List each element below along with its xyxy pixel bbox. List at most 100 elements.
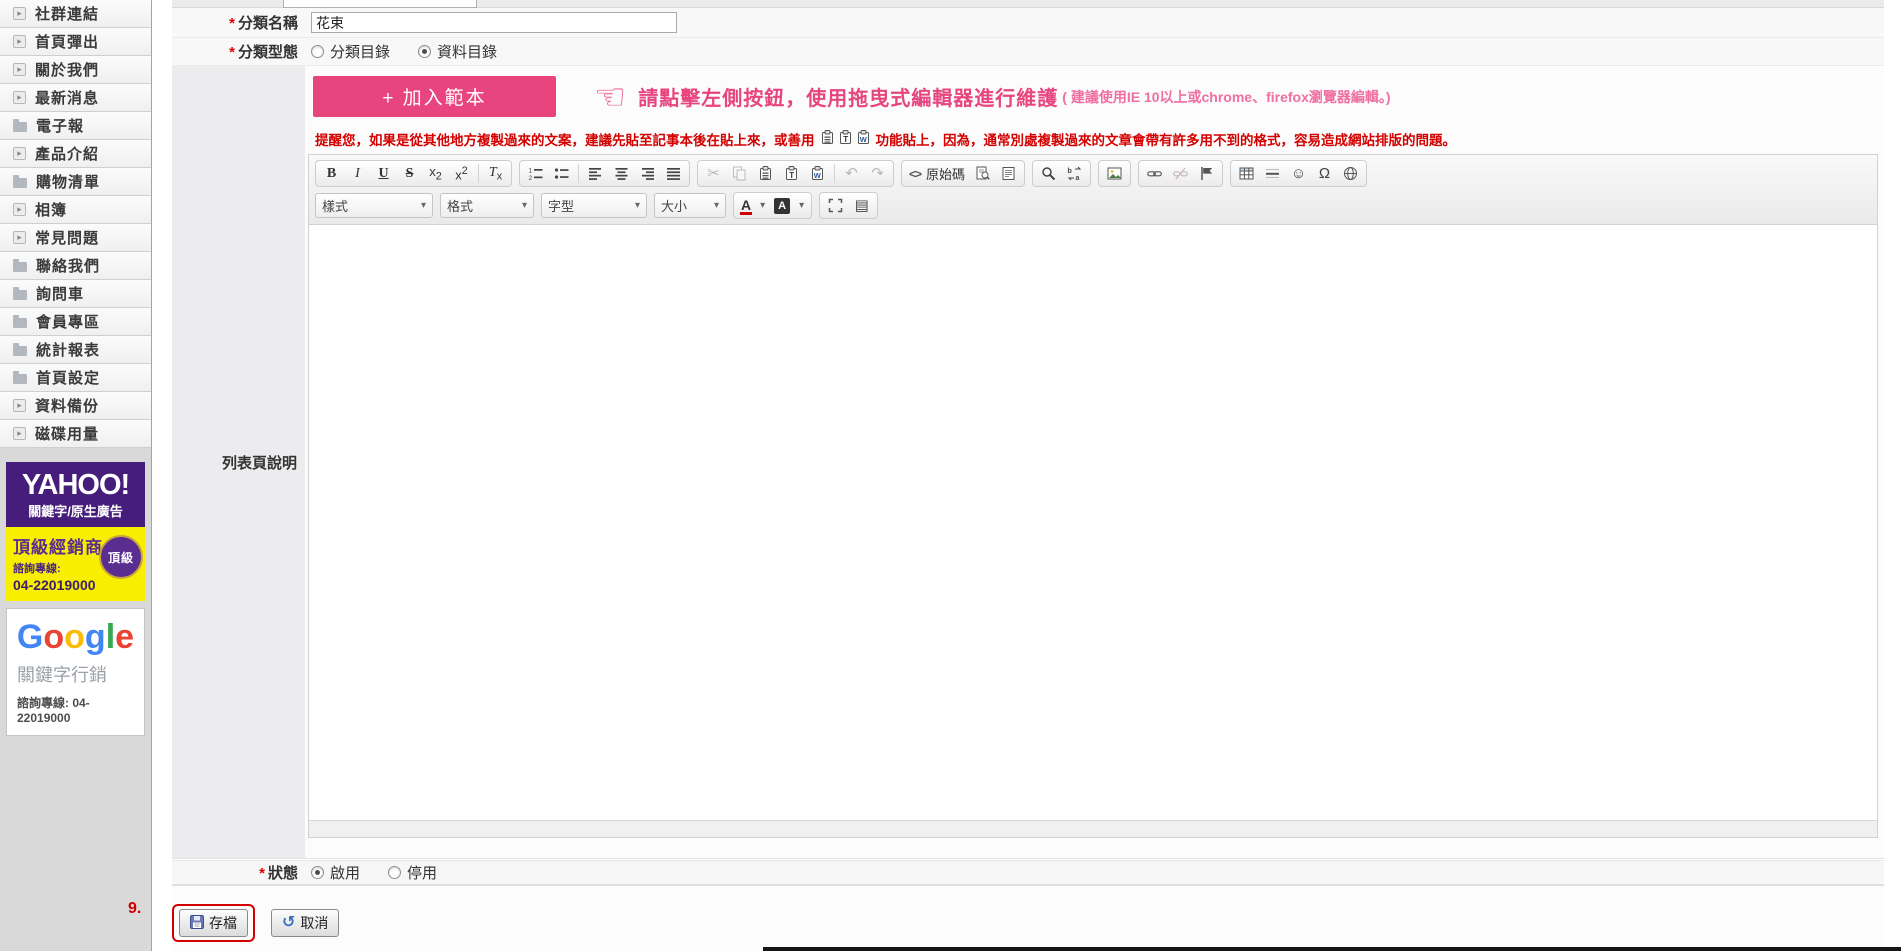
cancel-button[interactable]: ↺ 取消: [271, 909, 339, 937]
align-left-button[interactable]: [583, 162, 608, 185]
chevron-right-icon: ▸: [13, 35, 26, 48]
sidebar-item[interactable]: ▸社群連結: [0, 0, 151, 28]
toolbar-row-2: 樣式▾ 格式▾ 字型▾ 大小▾ A▾A▾ ▤: [315, 192, 1871, 219]
image-button[interactable]: [1102, 162, 1127, 185]
category-type-radio-unchecked[interactable]: [311, 45, 324, 58]
list-description-label: 列表頁說明: [172, 66, 305, 858]
sidebar-menu: ▸社群連結▸首頁彈出▸關於我們▸最新消息電子報▸產品介紹購物清單▸相簿▸常見問題…: [0, 0, 151, 448]
underline-button[interactable]: U: [371, 162, 396, 185]
add-template-button[interactable]: + 加入範本: [313, 76, 556, 117]
smiley-button[interactable]: ☺: [1286, 162, 1311, 185]
sidebar-item-label: 首頁設定: [36, 367, 100, 388]
subscript-button[interactable]: x2: [423, 162, 448, 185]
sidebar-item[interactable]: 電子報: [0, 112, 151, 140]
status-radio-checked[interactable]: [311, 866, 324, 879]
yahoo-ad-bottom: 頂級經銷商 諮詢專線: 04-22019000 頂級: [6, 527, 145, 601]
sidebar-item[interactable]: 首頁設定: [0, 364, 151, 392]
align-center-button[interactable]: [609, 162, 634, 185]
paste-button[interactable]: [753, 162, 778, 185]
align-right-button[interactable]: [635, 162, 660, 185]
superscript-button[interactable]: x2: [449, 162, 474, 185]
folder-icon: [13, 122, 27, 132]
category-type-radio-checked[interactable]: [418, 45, 431, 58]
style-select[interactable]: 樣式▾: [315, 193, 433, 218]
italic-button[interactable]: I: [345, 162, 370, 185]
save-annotation-box: 存檔: [172, 904, 255, 942]
background-color-button[interactable]: A▾: [770, 194, 808, 217]
category-type-option-0[interactable]: 分類目錄: [311, 41, 390, 62]
category-name-input[interactable]: [311, 12, 677, 33]
sidebar-item[interactable]: 會員專區: [0, 308, 151, 336]
sidebar-item[interactable]: ▸常見問題: [0, 224, 151, 252]
size-select[interactable]: 大小▾: [654, 193, 726, 218]
editor-hint-text: 請點擊左側按鈕，使用拖曳式編輯器進行維護: [638, 82, 1058, 111]
text-color-button[interactable]: A▾: [737, 194, 769, 217]
maximize-button[interactable]: [823, 194, 848, 217]
sidebar-item[interactable]: 購物清單: [0, 168, 151, 196]
iframe-button[interactable]: [1338, 162, 1363, 185]
show-blocks-button[interactable]: ▤: [849, 194, 874, 217]
chevron-right-icon: ▸: [13, 399, 26, 412]
save-button[interactable]: 存檔: [179, 909, 248, 937]
remove-format-button[interactable]: Tx: [483, 162, 508, 185]
sidebar-item-label: 關於我們: [35, 59, 99, 80]
align-justify-button[interactable]: [661, 162, 686, 185]
sidebar-item[interactable]: 詢問車: [0, 280, 151, 308]
sidebar-item-label: 購物清單: [36, 171, 100, 192]
bold-button[interactable]: B: [319, 162, 344, 185]
special-char-button[interactable]: Ω: [1312, 162, 1337, 185]
sidebar-item[interactable]: ▸首頁彈出: [0, 28, 151, 56]
copy-button: [727, 162, 752, 185]
source-button[interactable]: <>原始碼: [905, 162, 969, 185]
status-option-label[interactable]: 停用: [407, 862, 437, 883]
strike-button[interactable]: S: [397, 162, 422, 185]
numbered-list-button[interactable]: 12: [523, 162, 548, 185]
sidebar-item[interactable]: ▸最新消息: [0, 84, 151, 112]
required-asterisk: *: [229, 15, 235, 32]
anchor-button[interactable]: [1194, 162, 1219, 185]
status-radio-unchecked[interactable]: [388, 866, 401, 879]
paste-text-icon: T: [838, 130, 853, 148]
format-select[interactable]: 格式▾: [440, 193, 534, 218]
cancel-icon: ↺: [282, 916, 295, 930]
status-option-0[interactable]: 啟用: [311, 862, 360, 883]
sidebar-item[interactable]: ▸關於我們: [0, 56, 151, 84]
folder-icon: [13, 178, 27, 188]
editor-canvas[interactable]: [309, 225, 1877, 820]
replace-button[interactable]: ba: [1062, 162, 1087, 185]
folder-icon: [13, 262, 27, 272]
table-button[interactable]: [1234, 162, 1259, 185]
horizontal-rule-button[interactable]: [1260, 162, 1285, 185]
svg-text:a: a: [1076, 175, 1080, 181]
partial-input[interactable]: [283, 0, 477, 8]
bulleted-list-button[interactable]: [549, 162, 574, 185]
paste-warning: 提醒您，如果是從其他地方複製過來的文案，建議先貼至記事本後在貼上來，或善用 TW…: [315, 129, 1456, 149]
find-button[interactable]: [1036, 162, 1061, 185]
sidebar-item[interactable]: 聯絡我們: [0, 252, 151, 280]
svg-text:W: W: [814, 171, 822, 180]
list-description-row: 列表頁說明 + 加入範本 ☜ 請點擊左側按鈕，使用拖曳式編輯器進行維護 ( 建議…: [172, 66, 1884, 859]
preview-button[interactable]: [970, 162, 995, 185]
templates-button[interactable]: [996, 162, 1021, 185]
sidebar-item-label: 聯絡我們: [36, 255, 100, 276]
sidebar-item[interactable]: 統計報表: [0, 336, 151, 364]
status-option-label[interactable]: 啟用: [330, 862, 360, 883]
link-button[interactable]: [1142, 162, 1167, 185]
status-option-1[interactable]: 停用: [388, 862, 437, 883]
category-type-option-1[interactable]: 資料目錄: [418, 41, 497, 62]
sidebar-item[interactable]: ▸產品介紹: [0, 140, 151, 168]
paste-text-button[interactable]: T: [779, 162, 804, 185]
sidebar-item[interactable]: ▸資料備份: [0, 392, 151, 420]
font-select[interactable]: 字型▾: [541, 193, 647, 218]
sidebar-item[interactable]: ▸相簿: [0, 196, 151, 224]
sidebar-item-label: 常見問題: [35, 227, 99, 248]
unlink-button: [1168, 162, 1193, 185]
category-type-option-label[interactable]: 分類目錄: [330, 41, 390, 62]
sidebar-item[interactable]: ▸磁碟用量: [0, 420, 151, 448]
paste-word-button[interactable]: W: [805, 162, 830, 185]
google-ad-banner[interactable]: Google 關鍵字行銷 諮詢專線: 04-22019000: [6, 608, 145, 736]
yahoo-ad-banner[interactable]: YAHOO! 關鍵字/原生廣告 頂級經銷商 諮詢專線: 04-22019000 …: [6, 462, 145, 601]
source-button-label: 原始碼: [926, 164, 965, 183]
category-type-option-label[interactable]: 資料目錄: [437, 41, 497, 62]
redo-button: ↷: [865, 162, 890, 185]
